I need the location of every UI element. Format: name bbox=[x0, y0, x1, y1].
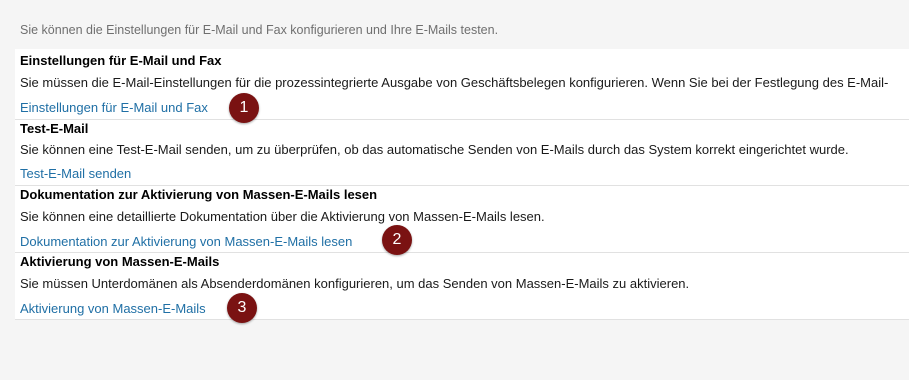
section-mass-email-docs: Dokumentation zur Aktivierung von Massen… bbox=[15, 186, 909, 253]
mass-email-docs-link[interactable]: Dokumentation zur Aktivierung von Massen… bbox=[20, 234, 352, 249]
callout-marker-2: 2 bbox=[382, 225, 412, 255]
section-description: Sie können eine detaillierte Dokumentati… bbox=[20, 209, 545, 224]
callout-marker-1: 1 bbox=[229, 93, 259, 123]
section-description: Sie müssen Unterdomänen als Absenderdomä… bbox=[20, 276, 690, 291]
section-mass-email-activation: Aktivierung von Massen-E-Mails Sie müsse… bbox=[15, 253, 909, 320]
section-description: Sie können eine Test-E-Mail senden, um z… bbox=[20, 142, 849, 157]
section-title: Dokumentation zur Aktivierung von Massen… bbox=[20, 187, 378, 202]
callout-marker-3: 3 bbox=[227, 293, 257, 323]
section-title: Test-E-Mail bbox=[20, 121, 89, 136]
section-description: Sie müssen die E-Mail-Einstellungen für … bbox=[20, 75, 889, 90]
mass-email-activation-link[interactable]: Aktivierung von Massen-E-Mails bbox=[20, 301, 206, 316]
email-fax-settings-link[interactable]: Einstellungen für E-Mail und Fax bbox=[20, 100, 208, 115]
section-title: Aktivierung von Massen-E-Mails bbox=[20, 254, 220, 269]
section-email-fax-settings: Einstellungen für E-Mail und Fax Sie müs… bbox=[15, 49, 909, 120]
send-test-email-link[interactable]: Test-E-Mail senden bbox=[20, 166, 131, 181]
section-test-email: Test-E-Mail Sie können eine Test-E-Mail … bbox=[15, 120, 909, 186]
settings-panel: Einstellungen für E-Mail und Fax Sie müs… bbox=[15, 49, 909, 320]
section-title: Einstellungen für E-Mail und Fax bbox=[20, 53, 222, 68]
intro-text: Sie können die Einstellungen für E-Mail … bbox=[20, 23, 499, 37]
